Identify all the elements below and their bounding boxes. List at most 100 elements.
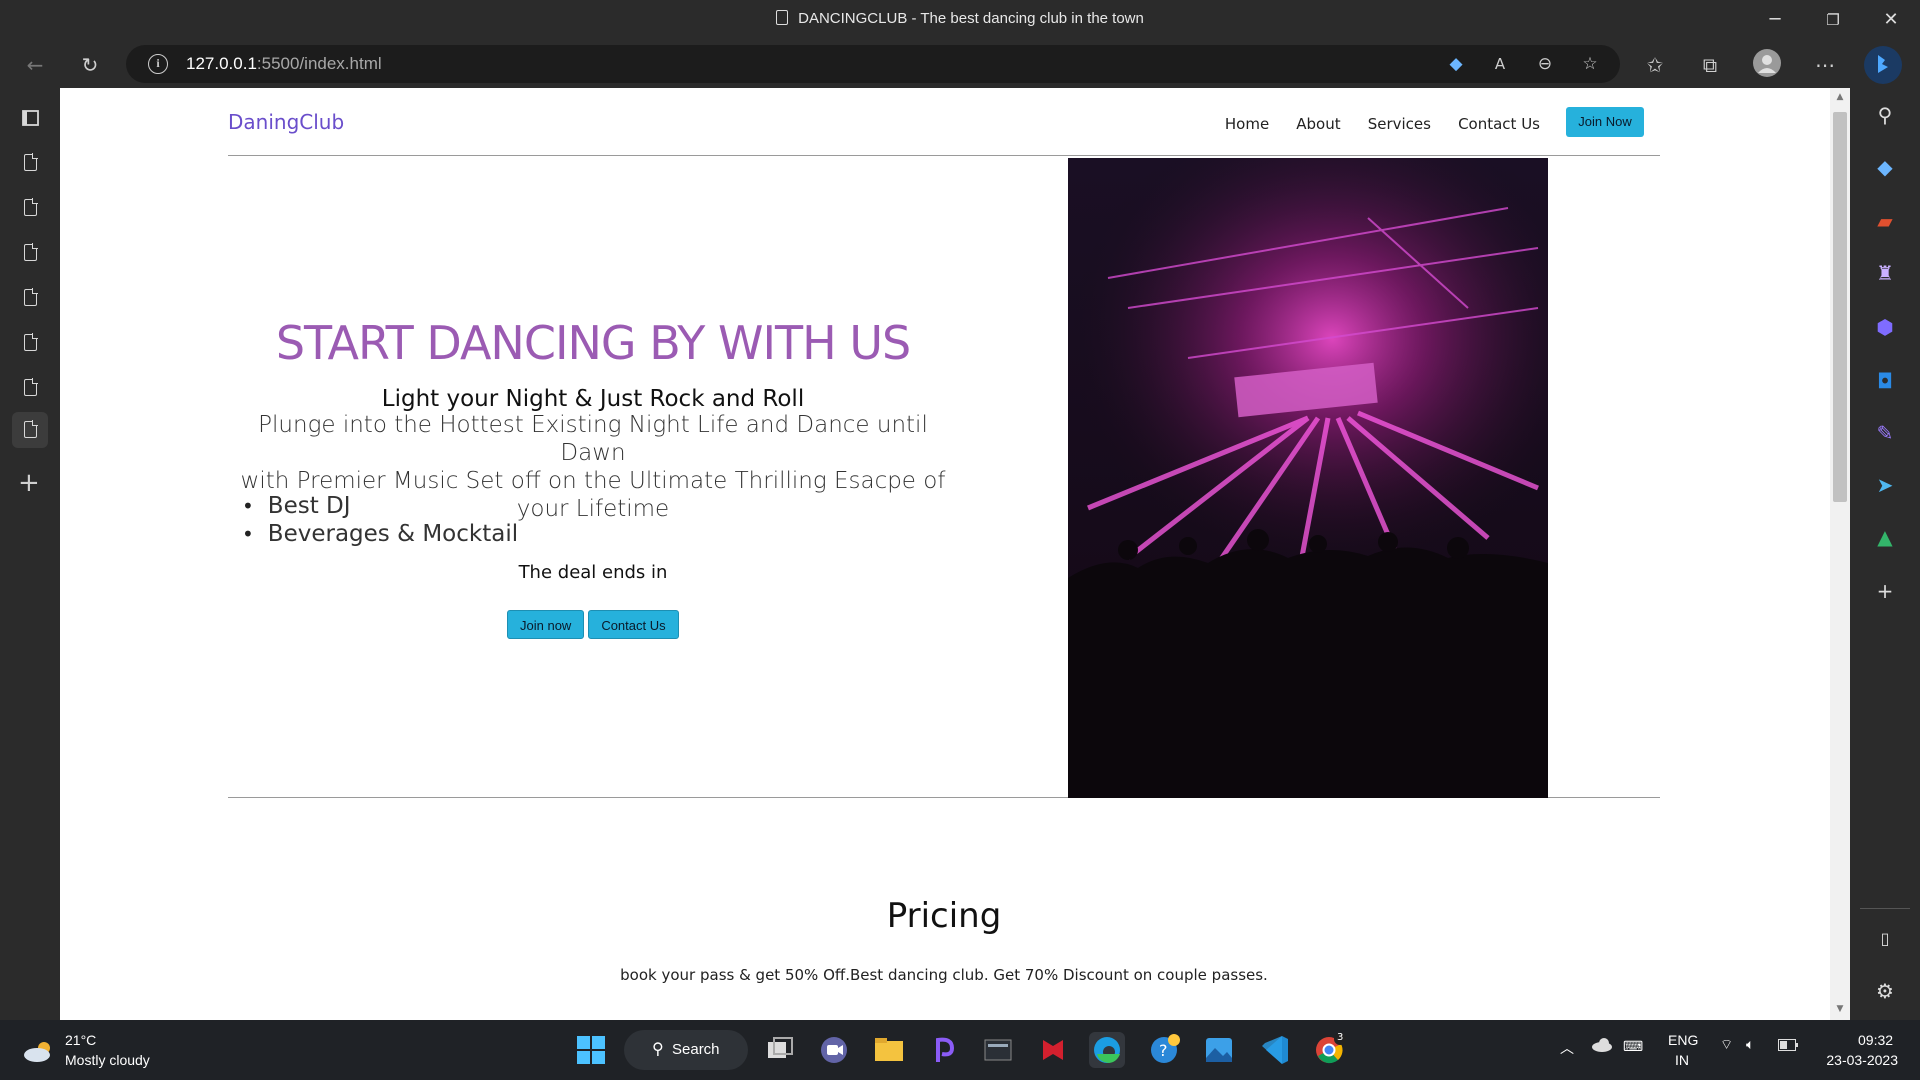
page-icon bbox=[24, 378, 38, 396]
nav-home[interactable]: Home bbox=[1225, 115, 1269, 133]
battery-icon[interactable] bbox=[1778, 1038, 1798, 1054]
weather-description[interactable]: Mostly cloudy bbox=[65, 1052, 150, 1068]
read-aloud-icon[interactable]: A bbox=[1486, 51, 1514, 77]
chrome-icon[interactable]: 3 bbox=[1311, 1032, 1347, 1068]
keyboard-icon[interactable]: ⌨ bbox=[1623, 1038, 1643, 1055]
coupon-tag-icon[interactable]: ◆ bbox=[1442, 51, 1470, 77]
mcafee-icon[interactable] bbox=[1035, 1032, 1071, 1068]
shopping-tag-icon[interactable]: ◆ bbox=[1872, 154, 1898, 180]
page-icon bbox=[24, 198, 38, 216]
hero-paragraph-line: with Premier Music Set off on the Ultima… bbox=[240, 468, 946, 494]
photos-icon[interactable] bbox=[1201, 1032, 1237, 1068]
outlook-icon[interactable]: ◘ bbox=[1872, 368, 1898, 394]
tree-icon[interactable]: ▲ bbox=[1872, 524, 1898, 550]
volume-icon[interactable]: 🔈︎ bbox=[1746, 1036, 1754, 1053]
wifi-icon[interactable]: ⌔ bbox=[1720, 1036, 1733, 1054]
taskbar-search[interactable]: ⚲ Search bbox=[624, 1030, 748, 1070]
nav-services[interactable]: Services bbox=[1368, 115, 1431, 133]
tab-2[interactable] bbox=[12, 190, 48, 226]
url-host: 127.0.0.1 bbox=[186, 54, 257, 73]
address-bar[interactable]: i 127.0.0.1:5500/index.html ◆ A ⊖ ☆ bbox=[126, 45, 1620, 83]
search-label: Search bbox=[672, 1041, 720, 1058]
tab-6[interactable] bbox=[12, 370, 48, 406]
language-code[interactable]: ENG bbox=[1668, 1032, 1698, 1048]
concert-image bbox=[1068, 158, 1548, 798]
search-icon[interactable]: ⚲ bbox=[1872, 102, 1898, 128]
games-icon[interactable]: ♜ bbox=[1872, 260, 1898, 286]
svg-text:?: ? bbox=[1159, 1041, 1168, 1060]
clock-time[interactable]: 09:32 bbox=[1858, 1032, 1893, 1048]
favorites-icon[interactable]: ✩ bbox=[1638, 48, 1672, 82]
nav-about[interactable]: About bbox=[1296, 115, 1340, 133]
nav-links: Home About Services Contact Us bbox=[1203, 114, 1540, 133]
join-now-hero-button[interactable]: Join now bbox=[507, 610, 585, 639]
more-options-icon[interactable]: ⋯ bbox=[1808, 48, 1842, 82]
windows-taskbar: 21°C Mostly cloudy ⚲ Search ? 3 ︿ ⌨ ENG I… bbox=[0, 1020, 1920, 1080]
task-view-icon[interactable] bbox=[762, 1032, 798, 1068]
picsart-icon[interactable] bbox=[926, 1032, 962, 1068]
scroll-up-arrow-icon[interactable]: ▲ bbox=[1830, 92, 1850, 102]
file-explorer-icon[interactable] bbox=[871, 1032, 907, 1068]
nav-contact[interactable]: Contact Us bbox=[1458, 115, 1540, 133]
page-icon bbox=[24, 153, 38, 171]
hero-headline: START DANCING BY WITH US bbox=[275, 316, 911, 370]
feature-list: Best DJ Beverages & Mocktail bbox=[242, 492, 518, 548]
refresh-icon[interactable]: ↻ bbox=[73, 48, 107, 82]
scroll-thumb[interactable] bbox=[1833, 112, 1847, 502]
join-now-button[interactable]: Join Now bbox=[1566, 107, 1644, 137]
scroll-down-arrow-icon[interactable]: ▼ bbox=[1830, 1004, 1850, 1014]
window-title: DANCINGCLUB - The best dancing club in t… bbox=[0, 10, 1920, 27]
hide-sidebar-icon[interactable]: ▯ bbox=[1872, 926, 1898, 952]
minimize-button[interactable]: ─ bbox=[1745, 0, 1805, 40]
tab-3[interactable] bbox=[12, 235, 48, 271]
hero-text: START DANCING BY WITH US Light your Nigh… bbox=[228, 158, 958, 798]
add-sidebar-app-icon[interactable]: + bbox=[1872, 578, 1898, 604]
tab-4[interactable] bbox=[12, 280, 48, 316]
deal-text: The deal ends in bbox=[518, 562, 668, 583]
contact-us-button[interactable]: Contact Us bbox=[588, 610, 679, 639]
page-scrollbar[interactable]: ▲ ▼ bbox=[1830, 88, 1850, 1020]
onedrive-cloud-icon[interactable] bbox=[1590, 1036, 1614, 1057]
search-icon: ⚲ bbox=[652, 1041, 664, 1058]
site-info-icon[interactable]: i bbox=[148, 54, 168, 74]
tab-actions-menu[interactable] bbox=[12, 100, 48, 136]
pricing-title: Pricing bbox=[886, 896, 1002, 936]
back-arrow-icon[interactable]: ← bbox=[18, 48, 52, 82]
mysql-workbench-icon[interactable] bbox=[980, 1032, 1016, 1068]
page-icon bbox=[24, 288, 38, 306]
teams-chat-icon[interactable] bbox=[816, 1032, 852, 1068]
close-window-button[interactable]: ✕ bbox=[1861, 0, 1920, 40]
profile-avatar-icon[interactable] bbox=[1750, 48, 1784, 82]
vscode-icon[interactable] bbox=[1256, 1032, 1292, 1068]
show-hidden-icons-chevron-icon[interactable]: ︿ bbox=[1560, 1038, 1574, 1058]
designer-icon[interactable]: ✎ bbox=[1872, 420, 1898, 446]
microsoft365-icon[interactable]: ⬢ bbox=[1872, 314, 1898, 340]
restore-button[interactable]: ❐ bbox=[1803, 0, 1863, 40]
site-navbar: DaningClub Home About Services Contact U… bbox=[228, 88, 1660, 156]
region-code[interactable]: IN bbox=[1675, 1052, 1689, 1068]
page-icon bbox=[24, 420, 38, 438]
hero-paragraph-line: Plunge into the Hottest Existing Night L… bbox=[258, 412, 928, 466]
tools-icon[interactable]: ▰ bbox=[1872, 208, 1898, 234]
bing-chat-icon[interactable] bbox=[1864, 46, 1902, 84]
add-favorite-icon[interactable]: ☆ bbox=[1576, 51, 1604, 77]
edge-sidebar: ⚲ ◆ ▰ ♜ ⬢ ◘ ✎ ➤ ▲ + ▯ ⚙ bbox=[1850, 88, 1920, 1020]
url-text[interactable]: 127.0.0.1:5500/index.html bbox=[186, 54, 382, 74]
site-brand[interactable]: DaningClub bbox=[228, 110, 344, 134]
list-item: Beverages & Mocktail bbox=[242, 520, 518, 548]
weather-cloud-icon[interactable] bbox=[22, 1040, 56, 1062]
tab-1[interactable] bbox=[12, 145, 48, 181]
settings-gear-icon[interactable]: ⚙ bbox=[1872, 978, 1898, 1004]
edge-browser-icon[interactable] bbox=[1089, 1032, 1125, 1068]
tab-active[interactable] bbox=[12, 412, 48, 448]
hero-buttons: Join now Contact Us bbox=[507, 610, 683, 639]
start-button[interactable] bbox=[573, 1032, 609, 1068]
weather-temperature[interactable]: 21°C bbox=[65, 1032, 96, 1048]
zoom-out-icon[interactable]: ⊖ bbox=[1531, 51, 1559, 77]
send-icon[interactable]: ➤ bbox=[1872, 472, 1898, 498]
clock-date[interactable]: 23-03-2023 bbox=[1818, 1052, 1898, 1068]
tab-5[interactable] bbox=[12, 325, 48, 361]
new-tab-plus-icon[interactable]: + bbox=[18, 468, 40, 498]
get-help-icon[interactable]: ? bbox=[1146, 1032, 1182, 1068]
collections-icon[interactable]: ⧉ bbox=[1693, 48, 1727, 82]
